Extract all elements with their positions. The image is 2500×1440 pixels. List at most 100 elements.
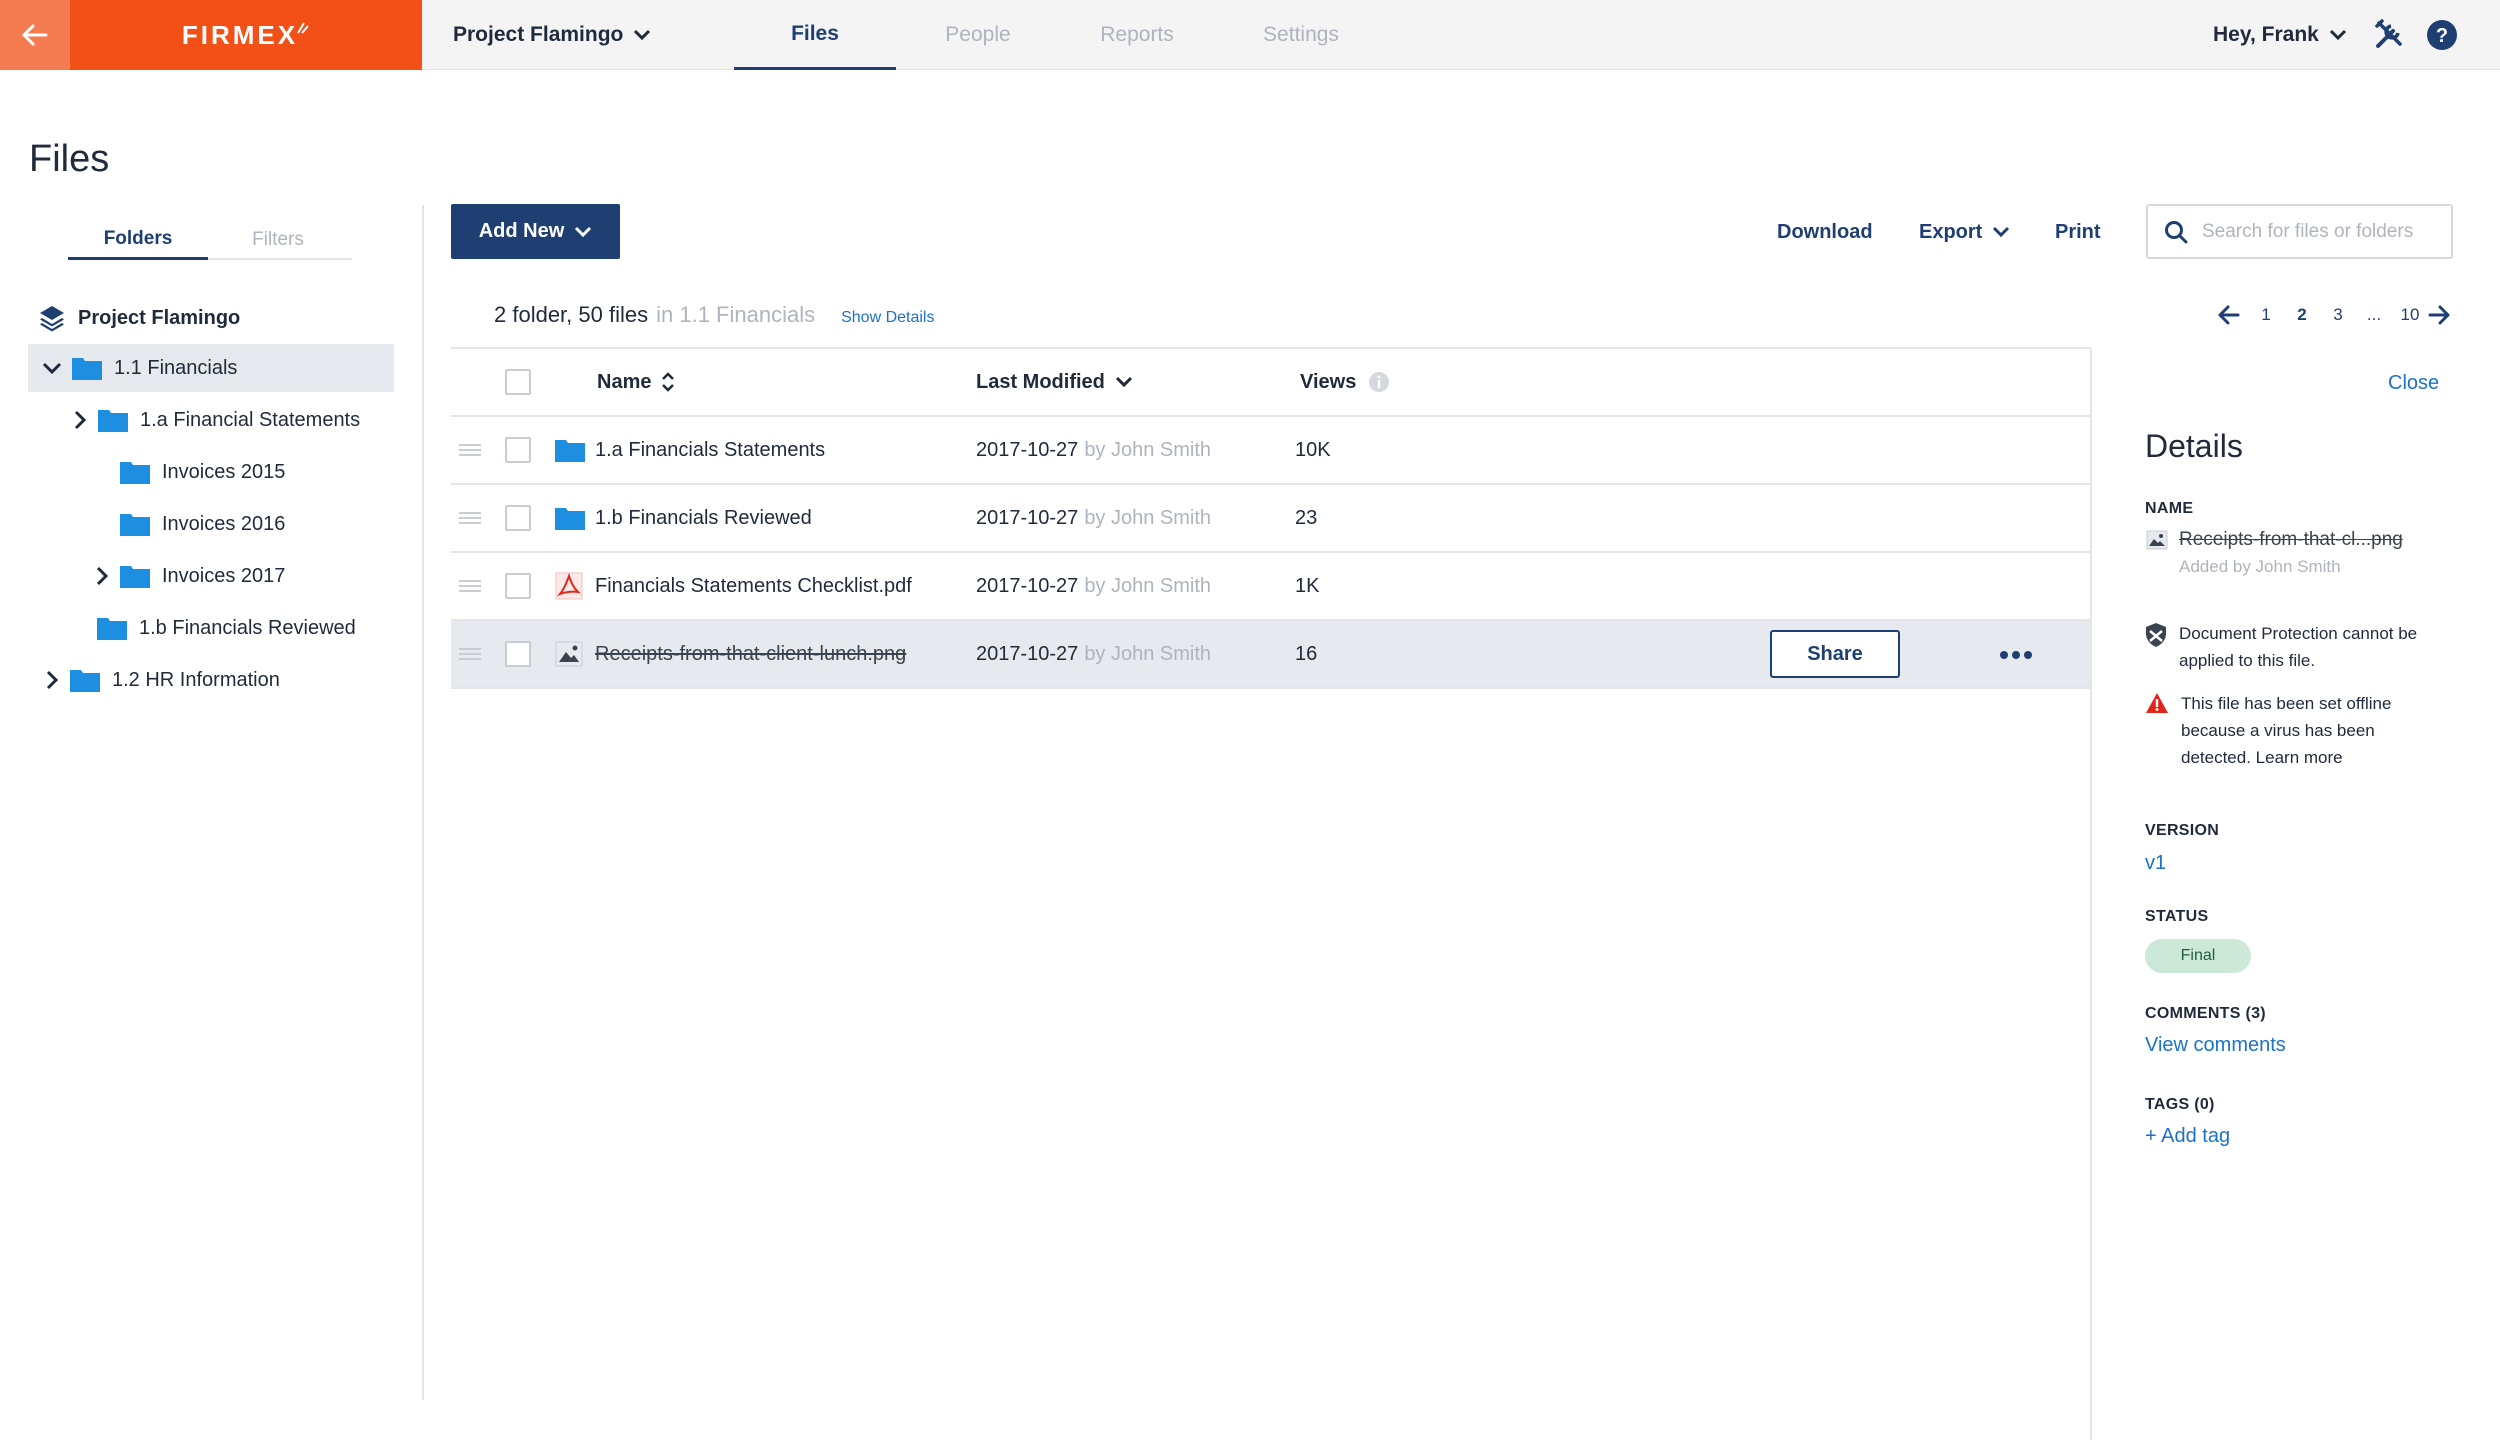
tab-folders[interactable]: Folders [68,220,208,260]
user-greeting: Hey, Frank [2213,23,2319,46]
page-1[interactable]: 1 [2248,305,2284,325]
tree-item-invoices-2017[interactable]: Invoices 2017 [88,552,285,600]
tab-settings[interactable]: Settings [1240,0,1362,70]
show-details-link[interactable]: Show Details [841,309,934,327]
protection-notice: Document Protection cannot be applied to… [2145,620,2445,674]
arrow-right-icon[interactable] [2428,305,2450,325]
download-button[interactable]: Download [1777,212,1873,252]
tree-item-1a-financial-statements[interactable]: 1.a Financial Statements [66,396,360,444]
help-icon[interactable]: ? [2426,19,2458,51]
file-name[interactable]: 1.b Financials Reviewed [595,485,812,551]
tab-files[interactable]: Files [734,0,896,70]
folder-icon [70,670,100,692]
chevron-right-icon[interactable] [38,670,66,690]
modified-date: 2017-10-27 [976,506,1079,529]
chevron-down-icon [1115,376,1132,388]
tab-people[interactable]: People [916,0,1040,70]
protection-notice-text: Document Protection cannot be applied to… [2179,624,2418,670]
page-10[interactable]: 10 [2392,305,2428,325]
tree-item-1b-financials-reviewed[interactable]: 1.b Financials Reviewed [97,604,356,652]
search-input[interactable] [2202,220,2442,243]
view-comments-link[interactable]: View comments [2145,1034,2286,1057]
row-checkbox[interactable] [505,437,531,463]
file-name[interactable]: Financials Statements Checklist.pdf [595,553,912,619]
add-new-label: Add New [478,220,565,242]
name-label: NAME [2145,500,2194,517]
tree-item-invoices-2016[interactable]: Invoices 2016 [120,500,285,548]
chevron-down-icon [575,226,592,237]
table-row[interactable]: 1.b Financials Reviewed 2017-10-27 by Jo… [451,485,2091,553]
details-added-by: Added by John Smith [2179,557,2341,576]
project-switcher[interactable]: Project Flamingo [453,0,651,70]
details-panel-divider [2090,349,2092,1440]
row-checkbox[interactable] [505,505,531,531]
tree-item-invoices-2015[interactable]: Invoices 2015 [120,448,285,496]
drag-handle-icon[interactable] [459,553,481,619]
modified-by: by John Smith [1084,506,1212,529]
chevron-right-icon[interactable] [66,410,94,430]
modified-cell: 2017-10-27 by John Smith [976,417,1211,483]
left-panel-tabs: Folders Filters [68,220,352,260]
page-2-current[interactable]: 2 [2284,305,2320,325]
status-badge[interactable]: Final [2145,939,2251,973]
more-options-icon[interactable] [1999,643,2033,667]
version-link[interactable]: v1 [2145,852,2166,875]
chevron-right-icon[interactable] [88,566,116,586]
warning-icon [2146,693,2168,713]
firmex-logo[interactable]: FIRMEX [70,0,422,70]
add-new-button[interactable]: Add New [451,204,620,259]
tree-item-label: 1.2 HR Information [112,668,280,691]
print-button[interactable]: Print [2055,212,2101,252]
file-name[interactable]: Receipts-from-that-client-lunch.png [595,621,906,687]
modified-date: 2017-10-27 [976,642,1079,665]
top-navigation-bar: FIRMEX Project Flamingo Files People Rep… [0,0,2500,70]
add-tag-link[interactable]: + Add tag [2145,1125,2230,1148]
table-row-selected[interactable]: Receipts-from-that-client-lunch.png 2017… [451,621,2091,689]
folder-icon [98,410,128,432]
modified-date: 2017-10-27 [976,438,1079,461]
table-header: Name Last Modified Views [451,349,2091,417]
last-modified-column-header[interactable]: Last Modified [976,349,1133,415]
current-folder: in 1.1 Financials [656,302,816,327]
table-row[interactable]: Financials Statements Checklist.pdf 2017… [451,553,2091,621]
last-modified-header-label: Last Modified [976,370,1105,393]
tree-item-1-2-hr-information[interactable]: 1.2 HR Information [38,656,280,704]
drag-handle-icon[interactable] [459,417,481,483]
file-name[interactable]: 1.a Financials Statements [595,417,825,483]
chevron-down-icon [634,29,651,41]
svg-text:?: ? [2436,25,2448,47]
name-column-header[interactable]: Name [597,349,675,415]
tab-reports[interactable]: Reports [1080,0,1194,70]
drag-handle-icon[interactable] [459,485,481,551]
tree-item-1-1-financials[interactable]: 1.1 Financials [28,344,394,392]
tree-item-label: 1.b Financials Reviewed [139,616,356,639]
modified-by: by John Smith [1084,574,1212,597]
back-button[interactable] [0,0,70,70]
share-button[interactable]: Share [1770,630,1900,678]
modified-cell: 2017-10-27 by John Smith [976,553,1211,619]
page-3[interactable]: 3 [2320,305,2356,325]
row-checkbox[interactable] [505,573,531,599]
user-menu[interactable]: Hey, Frank [2213,0,2347,70]
tree-root-project[interactable]: Project Flamingo [38,300,240,336]
drag-handle-icon[interactable] [459,621,481,687]
left-panel-divider [422,205,424,1400]
close-details-button[interactable]: Close [2388,372,2439,395]
export-button[interactable]: Export [1919,212,2010,252]
tree-item-label: Invoices 2015 [162,460,286,483]
virus-warning: This file has been set offline because a… [2145,690,2445,771]
table-row[interactable]: 1.a Financials Statements 2017-10-27 by … [451,417,2091,485]
row-checkbox[interactable] [505,641,531,667]
name-header-label: Name [597,370,652,393]
info-icon[interactable] [1368,371,1390,393]
select-all-checkbox[interactable] [505,369,531,395]
views-column-header[interactable]: Views [1300,349,1390,415]
search-box[interactable] [2146,204,2453,259]
chevron-down-icon[interactable] [38,362,66,374]
arrow-left-icon[interactable] [2218,305,2240,325]
folder-icon [120,514,150,536]
virus-warning-text: This file has been set offline because a… [2181,694,2392,767]
tab-filters[interactable]: Filters [208,220,348,260]
sort-icon [662,372,675,392]
tools-icon[interactable] [2373,17,2407,51]
